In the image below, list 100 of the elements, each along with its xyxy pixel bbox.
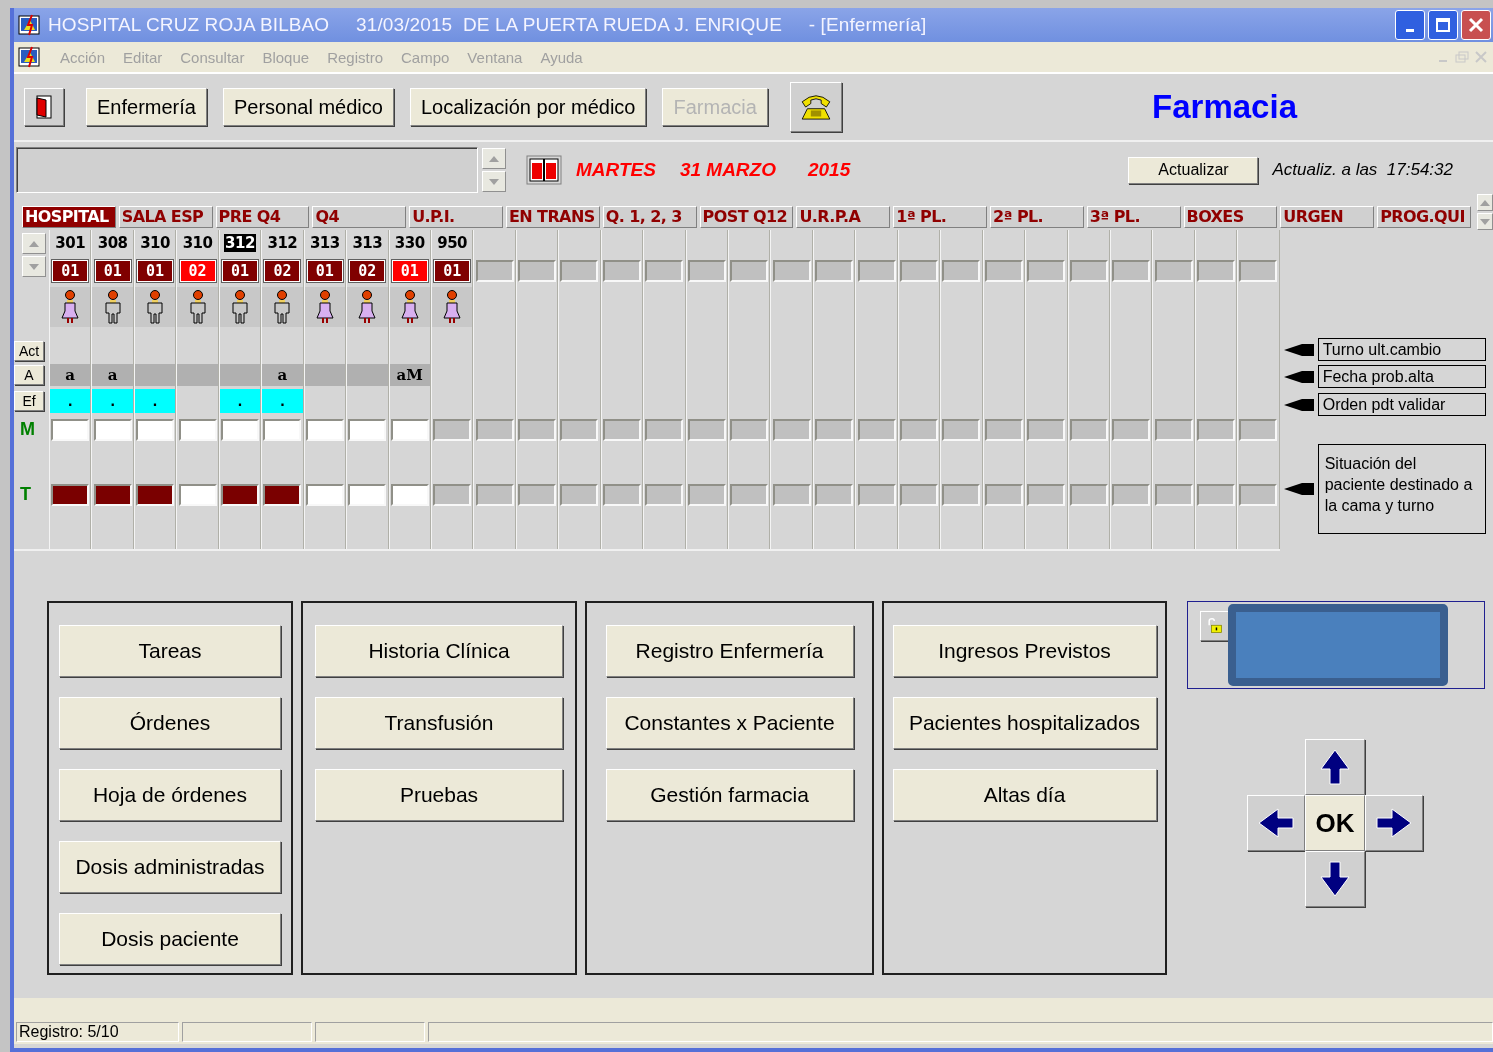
scroll-down-button[interactable]	[482, 171, 506, 192]
bed-number[interactable]: 301	[54, 233, 87, 252]
down-arrow-icon	[29, 263, 39, 270]
action-button[interactable]: Dosis administradas	[59, 841, 281, 893]
ward-tab[interactable]: Q4	[312, 206, 407, 228]
ward-tab[interactable]: EN TRANS	[506, 206, 600, 228]
action-button[interactable]: Ingresos Previstos	[892, 625, 1157, 677]
right-button[interactable]	[1365, 795, 1423, 851]
ward-tab[interactable]: HOSPITAL	[22, 206, 116, 228]
shift-slot	[1027, 483, 1066, 506]
shift-slot	[1239, 483, 1278, 506]
down-button[interactable]	[1305, 851, 1365, 907]
bed-code-badge[interactable]: 01	[94, 260, 131, 282]
ward-tab[interactable]: SALA ESP	[118, 206, 213, 228]
toolbar-button[interactable]: Enfermería	[86, 88, 207, 126]
shift-slot[interactable]	[51, 483, 90, 506]
shift-slot	[475, 418, 514, 441]
shift-slot[interactable]	[136, 483, 175, 506]
refresh-button[interactable]: Actualizar	[1128, 156, 1259, 184]
phone-button[interactable]	[789, 82, 842, 132]
exit-button[interactable]	[24, 88, 64, 126]
close-button[interactable]	[1461, 10, 1491, 40]
toolbar-button[interactable]: Personal médico	[222, 88, 394, 126]
bed-number[interactable]: 308	[96, 233, 129, 252]
row-button[interactable]: Act	[14, 341, 44, 361]
calendar-icon[interactable]	[526, 155, 562, 185]
empty-bed-slot	[942, 260, 981, 282]
bed-code-badge[interactable]: 02	[179, 260, 216, 282]
action-button[interactable]: Altas día	[892, 769, 1157, 821]
shift-label: T	[20, 484, 31, 505]
shift-slot	[815, 418, 854, 441]
pending-order-cell: .	[50, 388, 91, 413]
ward-tab[interactable]: 3ª PL.	[1086, 206, 1181, 228]
ward-tab[interactable]: URGEN	[1280, 206, 1375, 228]
pending-order-cell: .	[134, 388, 176, 413]
shift-slot[interactable]	[263, 483, 302, 506]
action-button[interactable]: Pacientes hospitalizados	[892, 697, 1157, 749]
up-button[interactable]	[1305, 739, 1365, 795]
toolbar-button[interactable]: Localización por médico	[409, 88, 647, 126]
row-button[interactable]: Ef	[14, 390, 44, 411]
lock-button[interactable]	[1200, 611, 1230, 641]
scroll-up-button[interactable]	[482, 148, 506, 169]
minimize-button[interactable]	[1395, 10, 1425, 40]
bed-number[interactable]: 312	[266, 233, 299, 252]
ward-tab[interactable]: 2ª PL.	[989, 206, 1084, 228]
ok-button[interactable]: OK	[1305, 795, 1365, 851]
bed-code-badge[interactable]: 02	[349, 260, 386, 282]
shift-slot	[518, 418, 557, 441]
action-button[interactable]: Hoja de órdenes	[59, 769, 281, 821]
action-button[interactable]: Historia Clínica	[315, 625, 563, 677]
bed-number[interactable]: 312	[224, 233, 256, 252]
action-button[interactable]: Tareas	[59, 625, 281, 677]
action-button[interactable]: Registro Enfermería	[605, 625, 854, 677]
ward-tab[interactable]: POST Q12	[699, 206, 794, 228]
bed-code-badge[interactable]: 01	[137, 260, 174, 282]
bed-number[interactable]: 950	[436, 233, 469, 252]
ward-tab[interactable]: 1ª PL.	[893, 206, 987, 228]
ward-tab[interactable]: BOXES	[1183, 206, 1278, 228]
bed-number[interactable]: 313	[308, 233, 341, 252]
up-arrow-icon	[1479, 199, 1490, 206]
shift-slot[interactable]	[93, 483, 132, 506]
empty-bed-slot	[984, 260, 1023, 282]
bed-code-badge[interactable]: 01	[434, 260, 471, 282]
bed-number[interactable]: 310	[139, 233, 171, 252]
action-button[interactable]: Pruebas	[315, 769, 563, 821]
pointer-arrow-icon	[1283, 483, 1314, 495]
left-button[interactable]	[1247, 795, 1305, 851]
ward-tab[interactable]: Q. 1, 2, 3	[602, 206, 697, 228]
action-button[interactable]: Órdenes	[59, 697, 281, 749]
ward-tab[interactable]: PROG.QUI	[1377, 206, 1471, 228]
record-counter: Registro: 5/10	[16, 1022, 179, 1042]
shift-slot	[1154, 483, 1193, 506]
bed-code-badge[interactable]: 01	[391, 260, 428, 282]
scroll-down-button[interactable]	[1476, 213, 1493, 230]
empty-bed-slot	[1197, 260, 1236, 282]
bed-code-badge[interactable]: 01	[221, 260, 258, 282]
action-button[interactable]: Constantes x Paciente	[605, 697, 854, 749]
maximize-button[interactable]	[1428, 10, 1458, 40]
pointer-arrow-icon	[1283, 370, 1314, 383]
ward-tab[interactable]: U.R.P.A	[796, 206, 891, 228]
bed-number[interactable]: 313	[351, 233, 384, 252]
scroll-up-button[interactable]	[22, 233, 46, 254]
bed-number[interactable]: 330	[393, 233, 426, 252]
scroll-down-button[interactable]	[22, 256, 46, 277]
empty-bed-slot	[1027, 260, 1066, 282]
ward-tab[interactable]: PRE Q4	[215, 206, 310, 228]
bed-code-badge[interactable]: 02	[264, 260, 301, 282]
action-button[interactable]: Transfusión	[315, 697, 563, 749]
action-button[interactable]: Dosis paciente	[59, 913, 281, 965]
pending-order-cell: .	[262, 388, 303, 413]
action-button[interactable]: Gestión farmacia	[605, 769, 854, 821]
bed-number[interactable]: 310	[181, 233, 214, 252]
empty-bed-slot	[1112, 260, 1151, 282]
empty-bed-slot	[560, 260, 599, 282]
bed-code-badge[interactable]: 01	[306, 260, 343, 282]
scroll-up-button[interactable]	[1476, 194, 1493, 211]
shift-slot[interactable]	[220, 483, 259, 506]
ward-tab[interactable]: U.P.I.	[409, 206, 503, 228]
bed-code-badge[interactable]: 01	[52, 260, 89, 282]
row-button[interactable]: A	[14, 364, 44, 385]
